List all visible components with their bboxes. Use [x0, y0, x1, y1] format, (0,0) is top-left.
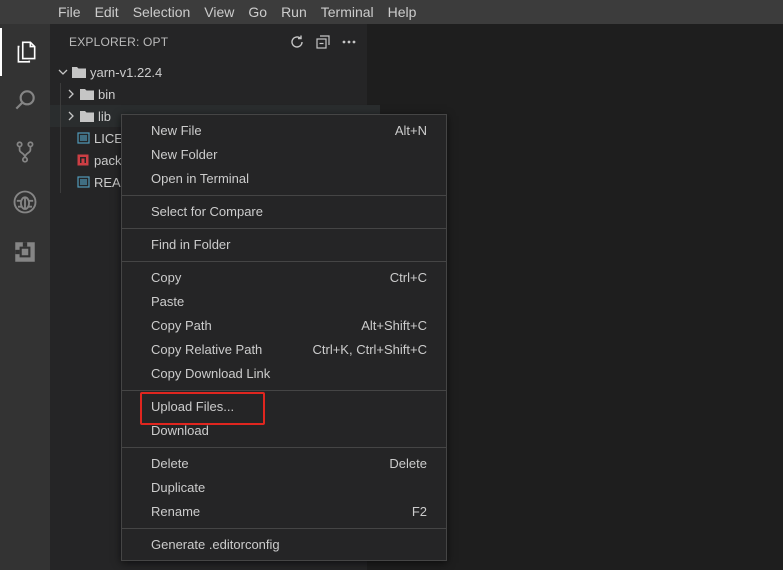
menu-item-find-in-folder[interactable]: Find in Folder	[122, 232, 446, 256]
chevron-right-icon	[63, 108, 79, 124]
menu-item-label: Delete	[151, 455, 189, 471]
folder-icon	[79, 86, 95, 102]
menu-item-label: New File	[151, 122, 202, 138]
menu-item-open-in-terminal[interactable]: Open in Terminal	[122, 166, 446, 190]
more-actions-icon[interactable]	[341, 34, 357, 50]
folder-icon	[71, 64, 87, 80]
menu-item-label: Copy Path	[151, 317, 212, 333]
search-icon[interactable]	[0, 76, 50, 124]
license-file-icon	[75, 130, 91, 146]
menu-selection[interactable]: Selection	[126, 0, 198, 24]
menu-terminal[interactable]: Terminal	[314, 0, 381, 24]
menu-separator	[122, 390, 446, 391]
menu-go[interactable]: Go	[241, 0, 274, 24]
menu-separator	[122, 528, 446, 529]
menu-item-label: Find in Folder	[151, 236, 231, 252]
explorer-title: EXPLORER: OPT	[69, 35, 169, 49]
menu-item-select-for-compare[interactable]: Select for Compare	[122, 199, 446, 223]
menu-item-label: Copy Relative Path	[151, 341, 263, 357]
menu-item-label: New Folder	[151, 146, 218, 162]
menu-item-label: Duplicate	[151, 479, 206, 495]
menu-item-label: Select for Compare	[151, 203, 263, 219]
menu-view[interactable]: View	[197, 0, 241, 24]
menu-separator	[122, 261, 446, 262]
menu-item-label: Copy	[151, 269, 182, 285]
menu-item-generate-editorconfig[interactable]: Generate .editorconfig	[122, 532, 446, 556]
menu-item-new-folder[interactable]: New Folder	[122, 142, 446, 166]
menu-item-copy-relative-path[interactable]: Copy Relative Path Ctrl+K, Ctrl+Shift+C	[122, 337, 446, 361]
menu-item-copy-download-link[interactable]: Copy Download Link	[122, 361, 446, 385]
menu-item-label: Open in Terminal	[151, 170, 250, 186]
menu-item-copy[interactable]: Copy Ctrl+C	[122, 265, 446, 289]
menu-item-shortcut: F2	[411, 503, 427, 519]
json-file-icon	[75, 152, 91, 168]
context-menu: New File Alt+N New Folder Open in Termin…	[121, 114, 447, 561]
menu-item-label: Rename	[151, 503, 201, 519]
menu-item-paste[interactable]: Paste	[122, 289, 446, 313]
menu-help[interactable]: Help	[381, 0, 424, 24]
explorer-actions	[289, 34, 357, 50]
tree-item-root-folder[interactable]: yarn-v1.22.4	[50, 61, 372, 83]
annotation-highlight-box	[140, 392, 265, 425]
debug-icon[interactable]	[0, 178, 50, 226]
refresh-icon[interactable]	[289, 34, 305, 50]
tree-indent-guide	[60, 83, 61, 193]
menu-item-label: Copy Download Link	[151, 365, 271, 381]
folder-icon	[79, 108, 95, 124]
tree-item-bin[interactable]: bin	[50, 83, 380, 105]
tree-item-label: bin	[98, 86, 116, 102]
menu-item-new-file[interactable]: New File Alt+N	[122, 118, 446, 142]
menu-item-shortcut: Delete	[389, 455, 427, 471]
menu-bar: File Edit Selection View Go Run Terminal…	[0, 0, 783, 24]
menu-separator	[122, 447, 446, 448]
activity-bar	[0, 24, 50, 570]
tree-item-label: LICE	[94, 130, 123, 146]
menu-item-delete[interactable]: Delete Delete	[122, 451, 446, 475]
chevron-right-icon	[63, 86, 79, 102]
chevron-down-icon	[55, 64, 71, 80]
extensions-icon[interactable]	[0, 228, 50, 276]
readme-file-icon	[75, 174, 91, 190]
menu-separator	[122, 228, 446, 229]
files-icon[interactable]	[0, 28, 50, 76]
menu-separator	[122, 195, 446, 196]
menu-item-shortcut: Ctrl+C	[389, 269, 427, 285]
source-control-icon[interactable]	[0, 128, 50, 176]
menu-item-shortcut: Alt+N	[394, 122, 427, 138]
menu-item-copy-path[interactable]: Copy Path Alt+Shift+C	[122, 313, 446, 337]
menu-run[interactable]: Run	[274, 0, 314, 24]
menu-item-duplicate[interactable]: Duplicate	[122, 475, 446, 499]
menu-file[interactable]: File	[51, 0, 88, 24]
menu-item-shortcut: Alt+Shift+C	[361, 317, 427, 333]
menu-item-label: Paste	[151, 293, 185, 309]
menu-item-shortcut: Ctrl+K, Ctrl+Shift+C	[312, 341, 427, 357]
collapse-all-icon[interactable]	[315, 34, 331, 50]
tree-item-label: lib	[98, 108, 112, 124]
menu-edit[interactable]: Edit	[88, 0, 126, 24]
menu-item-rename[interactable]: Rename F2	[122, 499, 446, 523]
tree-item-label: yarn-v1.22.4	[90, 64, 163, 80]
menu-item-label: Generate .editorconfig	[151, 536, 280, 552]
